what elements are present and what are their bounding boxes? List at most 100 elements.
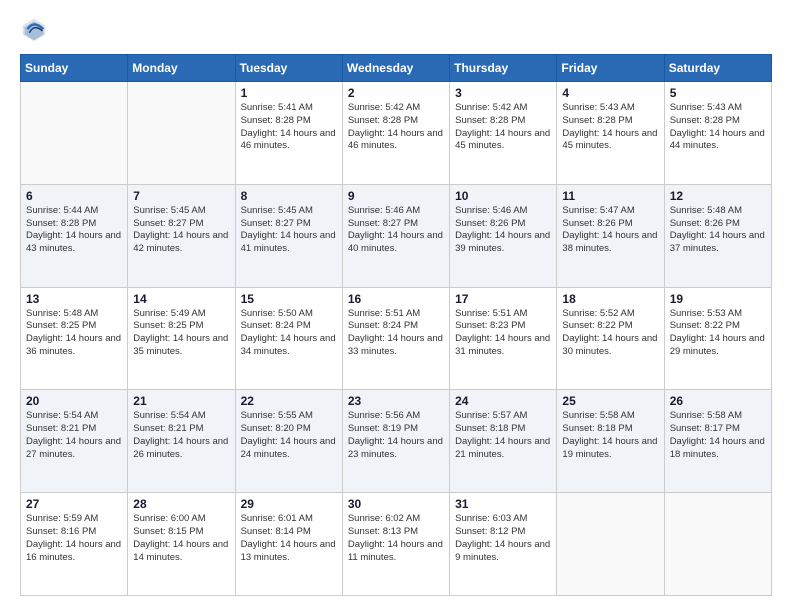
day-number: 26 <box>670 394 766 408</box>
day-info: Sunrise: 5:48 AM Sunset: 8:25 PM Dayligh… <box>26 308 122 359</box>
day-number: 1 <box>241 86 337 100</box>
day-info: Sunrise: 5:51 AM Sunset: 8:23 PM Dayligh… <box>455 308 551 359</box>
calendar-header-sunday: Sunday <box>21 55 128 82</box>
calendar-cell: 24 Sunrise: 5:57 AM Sunset: 8:18 PM Dayli… <box>450 390 557 493</box>
day-info: Sunrise: 5:58 AM Sunset: 8:18 PM Dayligh… <box>562 410 658 461</box>
logo-icon <box>20 16 48 44</box>
logo <box>20 16 52 44</box>
calendar-week-3: 13 Sunrise: 5:48 AM Sunset: 8:25 PM Dayli… <box>21 287 772 390</box>
day-info: Sunrise: 5:58 AM Sunset: 8:17 PM Dayligh… <box>670 410 766 461</box>
day-info: Sunrise: 5:56 AM Sunset: 8:19 PM Dayligh… <box>348 410 444 461</box>
day-info: Sunrise: 5:42 AM Sunset: 8:28 PM Dayligh… <box>455 102 551 153</box>
day-info: Sunrise: 5:48 AM Sunset: 8:26 PM Dayligh… <box>670 205 766 256</box>
day-info: Sunrise: 5:55 AM Sunset: 8:20 PM Dayligh… <box>241 410 337 461</box>
calendar-cell: 16 Sunrise: 5:51 AM Sunset: 8:24 PM Dayli… <box>342 287 449 390</box>
calendar-cell: 18 Sunrise: 5:52 AM Sunset: 8:22 PM Dayli… <box>557 287 664 390</box>
calendar-cell: 25 Sunrise: 5:58 AM Sunset: 8:18 PM Dayli… <box>557 390 664 493</box>
day-info: Sunrise: 5:43 AM Sunset: 8:28 PM Dayligh… <box>562 102 658 153</box>
day-info: Sunrise: 6:02 AM Sunset: 8:13 PM Dayligh… <box>348 513 444 564</box>
calendar-week-4: 20Sunrise: 5:54 AM Sunset: 8:21 PM Dayli… <box>21 390 772 493</box>
day-number: 19 <box>670 292 766 306</box>
day-info: Sunrise: 5:54 AM Sunset: 8:21 PM Dayligh… <box>26 410 122 461</box>
day-number: 8 <box>241 189 337 203</box>
day-number: 3 <box>455 86 551 100</box>
calendar-cell: 22 Sunrise: 5:55 AM Sunset: 8:20 PM Dayli… <box>235 390 342 493</box>
calendar-cell: 7 Sunrise: 5:45 AM Sunset: 8:27 PM Daylig… <box>128 184 235 287</box>
day-number: 6 <box>26 189 122 203</box>
calendar-cell: 28Sunrise: 6:00 AM Sunset: 8:15 PM Dayli… <box>128 493 235 596</box>
day-info: Sunrise: 5:59 AM Sunset: 8:16 PM Dayligh… <box>26 513 122 564</box>
calendar-week-5: 27 Sunrise: 5:59 AM Sunset: 8:16 PM Dayli… <box>21 493 772 596</box>
calendar-cell: 17 Sunrise: 5:51 AM Sunset: 8:23 PM Dayli… <box>450 287 557 390</box>
day-number: 5 <box>670 86 766 100</box>
day-info: Sunrise: 5:52 AM Sunset: 8:22 PM Dayligh… <box>562 308 658 359</box>
day-info: Sunrise: 5:46 AM Sunset: 8:27 PM Dayligh… <box>348 205 444 256</box>
calendar-cell: 31 Sunrise: 6:03 AM Sunset: 8:12 PM Dayli… <box>450 493 557 596</box>
calendar-week-1: 1 Sunrise: 5:41 AM Sunset: 8:28 PM Daylig… <box>21 82 772 185</box>
day-number: 25 <box>562 394 658 408</box>
calendar-header-monday: Monday <box>128 55 235 82</box>
calendar-cell: 15 Sunrise: 5:50 AM Sunset: 8:24 PM Dayli… <box>235 287 342 390</box>
calendar-cell <box>21 82 128 185</box>
day-info: Sunrise: 5:47 AM Sunset: 8:26 PM Dayligh… <box>562 205 658 256</box>
day-number: 9 <box>348 189 444 203</box>
header <box>20 16 772 44</box>
calendar-cell: 26 Sunrise: 5:58 AM Sunset: 8:17 PM Dayli… <box>664 390 771 493</box>
calendar-cell: 10 Sunrise: 5:46 AM Sunset: 8:26 PM Dayli… <box>450 184 557 287</box>
day-number: 23 <box>348 394 444 408</box>
calendar-cell: 11 Sunrise: 5:47 AM Sunset: 8:26 PM Dayli… <box>557 184 664 287</box>
day-info: Sunrise: 5:50 AM Sunset: 8:24 PM Dayligh… <box>241 308 337 359</box>
day-info: Sunrise: 5:44 AM Sunset: 8:28 PM Dayligh… <box>26 205 122 256</box>
calendar-cell: 13 Sunrise: 5:48 AM Sunset: 8:25 PM Dayli… <box>21 287 128 390</box>
day-info: Sunrise: 5:45 AM Sunset: 8:27 PM Dayligh… <box>133 205 229 256</box>
day-number: 10 <box>455 189 551 203</box>
calendar-cell: 30 Sunrise: 6:02 AM Sunset: 8:13 PM Dayli… <box>342 493 449 596</box>
calendar-cell: 29Sunrise: 6:01 AM Sunset: 8:14 PM Dayli… <box>235 493 342 596</box>
calendar-header-tuesday: Tuesday <box>235 55 342 82</box>
calendar-cell: 21 Sunrise: 5:54 AM Sunset: 8:21 PM Dayli… <box>128 390 235 493</box>
day-number: 31 <box>455 497 551 511</box>
day-info: Sunrise: 5:46 AM Sunset: 8:26 PM Dayligh… <box>455 205 551 256</box>
day-info: Sunrise: 5:57 AM Sunset: 8:18 PM Dayligh… <box>455 410 551 461</box>
day-number: 15 <box>241 292 337 306</box>
calendar-cell: 20Sunrise: 5:54 AM Sunset: 8:21 PM Dayli… <box>21 390 128 493</box>
calendar-table: SundayMondayTuesdayWednesdayThursdayFrid… <box>20 54 772 596</box>
day-number: 16 <box>348 292 444 306</box>
day-number: 12 <box>670 189 766 203</box>
calendar-cell <box>664 493 771 596</box>
day-number: 30 <box>348 497 444 511</box>
day-info: Sunrise: 5:54 AM Sunset: 8:21 PM Dayligh… <box>133 410 229 461</box>
day-number: 29 <box>241 497 337 511</box>
calendar-cell: 5 Sunrise: 5:43 AM Sunset: 8:28 PM Daylig… <box>664 82 771 185</box>
calendar-cell: 2 Sunrise: 5:42 AM Sunset: 8:28 PM Daylig… <box>342 82 449 185</box>
day-number: 24 <box>455 394 551 408</box>
day-info: Sunrise: 5:51 AM Sunset: 8:24 PM Dayligh… <box>348 308 444 359</box>
day-info: Sunrise: 6:03 AM Sunset: 8:12 PM Dayligh… <box>455 513 551 564</box>
day-number: 4 <box>562 86 658 100</box>
calendar-cell: 19 Sunrise: 5:53 AM Sunset: 8:22 PM Dayli… <box>664 287 771 390</box>
calendar-header-thursday: Thursday <box>450 55 557 82</box>
day-info: Sunrise: 5:43 AM Sunset: 8:28 PM Dayligh… <box>670 102 766 153</box>
calendar-cell: 23 Sunrise: 5:56 AM Sunset: 8:19 PM Dayli… <box>342 390 449 493</box>
day-number: 28 <box>133 497 229 511</box>
calendar-cell <box>557 493 664 596</box>
day-number: 21 <box>133 394 229 408</box>
day-info: Sunrise: 5:53 AM Sunset: 8:22 PM Dayligh… <box>670 308 766 359</box>
day-info: Sunrise: 5:41 AM Sunset: 8:28 PM Dayligh… <box>241 102 337 153</box>
day-number: 22 <box>241 394 337 408</box>
day-number: 27 <box>26 497 122 511</box>
calendar-cell <box>128 82 235 185</box>
calendar-header-row: SundayMondayTuesdayWednesdayThursdayFrid… <box>21 55 772 82</box>
day-number: 11 <box>562 189 658 203</box>
day-number: 18 <box>562 292 658 306</box>
day-info: Sunrise: 5:42 AM Sunset: 8:28 PM Dayligh… <box>348 102 444 153</box>
day-number: 17 <box>455 292 551 306</box>
calendar-cell: 6 Sunrise: 5:44 AM Sunset: 8:28 PM Daylig… <box>21 184 128 287</box>
day-number: 13 <box>26 292 122 306</box>
day-number: 14 <box>133 292 229 306</box>
calendar-cell: 14 Sunrise: 5:49 AM Sunset: 8:25 PM Dayli… <box>128 287 235 390</box>
day-number: 7 <box>133 189 229 203</box>
calendar-cell: 12 Sunrise: 5:48 AM Sunset: 8:26 PM Dayli… <box>664 184 771 287</box>
day-info: Sunrise: 5:49 AM Sunset: 8:25 PM Dayligh… <box>133 308 229 359</box>
day-number: 2 <box>348 86 444 100</box>
